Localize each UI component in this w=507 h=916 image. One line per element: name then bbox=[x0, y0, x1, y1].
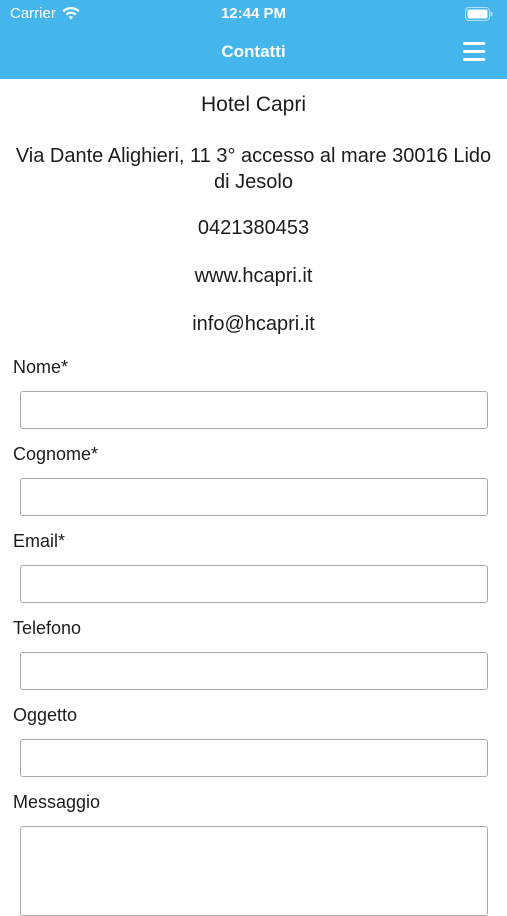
hotel-website-link[interactable]: www.hcapri.it bbox=[0, 265, 507, 288]
messaggio-label: Messaggio bbox=[13, 792, 101, 812]
hotel-phone[interactable]: 0421380453 bbox=[0, 217, 507, 240]
app-header: Carrier 12:44 PM Contatti bbox=[0, 0, 507, 79]
cognome-label: Cognome* bbox=[13, 444, 99, 464]
hotel-email-link[interactable]: info@hcapri.it bbox=[0, 313, 507, 336]
telefono-input[interactable] bbox=[20, 652, 488, 690]
status-bar: Carrier 12:44 PM bbox=[0, 0, 507, 28]
oggetto-label: Oggetto bbox=[13, 705, 78, 725]
hotel-address: Via Dante Alighieri, 11 3° accesso al ma… bbox=[15, 145, 492, 193]
nome-input[interactable] bbox=[20, 391, 488, 429]
nome-label: Nome* bbox=[13, 357, 69, 377]
oggetto-input[interactable] bbox=[20, 739, 488, 777]
status-time: 12:44 PM bbox=[220, 5, 287, 22]
email-label: Email* bbox=[13, 531, 66, 551]
menu-bar bbox=[463, 50, 485, 53]
menu-bar bbox=[463, 42, 485, 45]
cognome-input[interactable] bbox=[20, 478, 488, 516]
hamburger-menu-icon[interactable] bbox=[463, 42, 485, 62]
battery-icon bbox=[465, 7, 493, 21]
messaggio-textarea[interactable] bbox=[20, 826, 488, 916]
hotel-name: Hotel Capri bbox=[200, 93, 307, 116]
menu-bar bbox=[463, 58, 485, 61]
page-title: Contatti bbox=[221, 42, 286, 61]
email-input[interactable] bbox=[20, 565, 488, 603]
telefono-label: Telefono bbox=[13, 618, 82, 638]
